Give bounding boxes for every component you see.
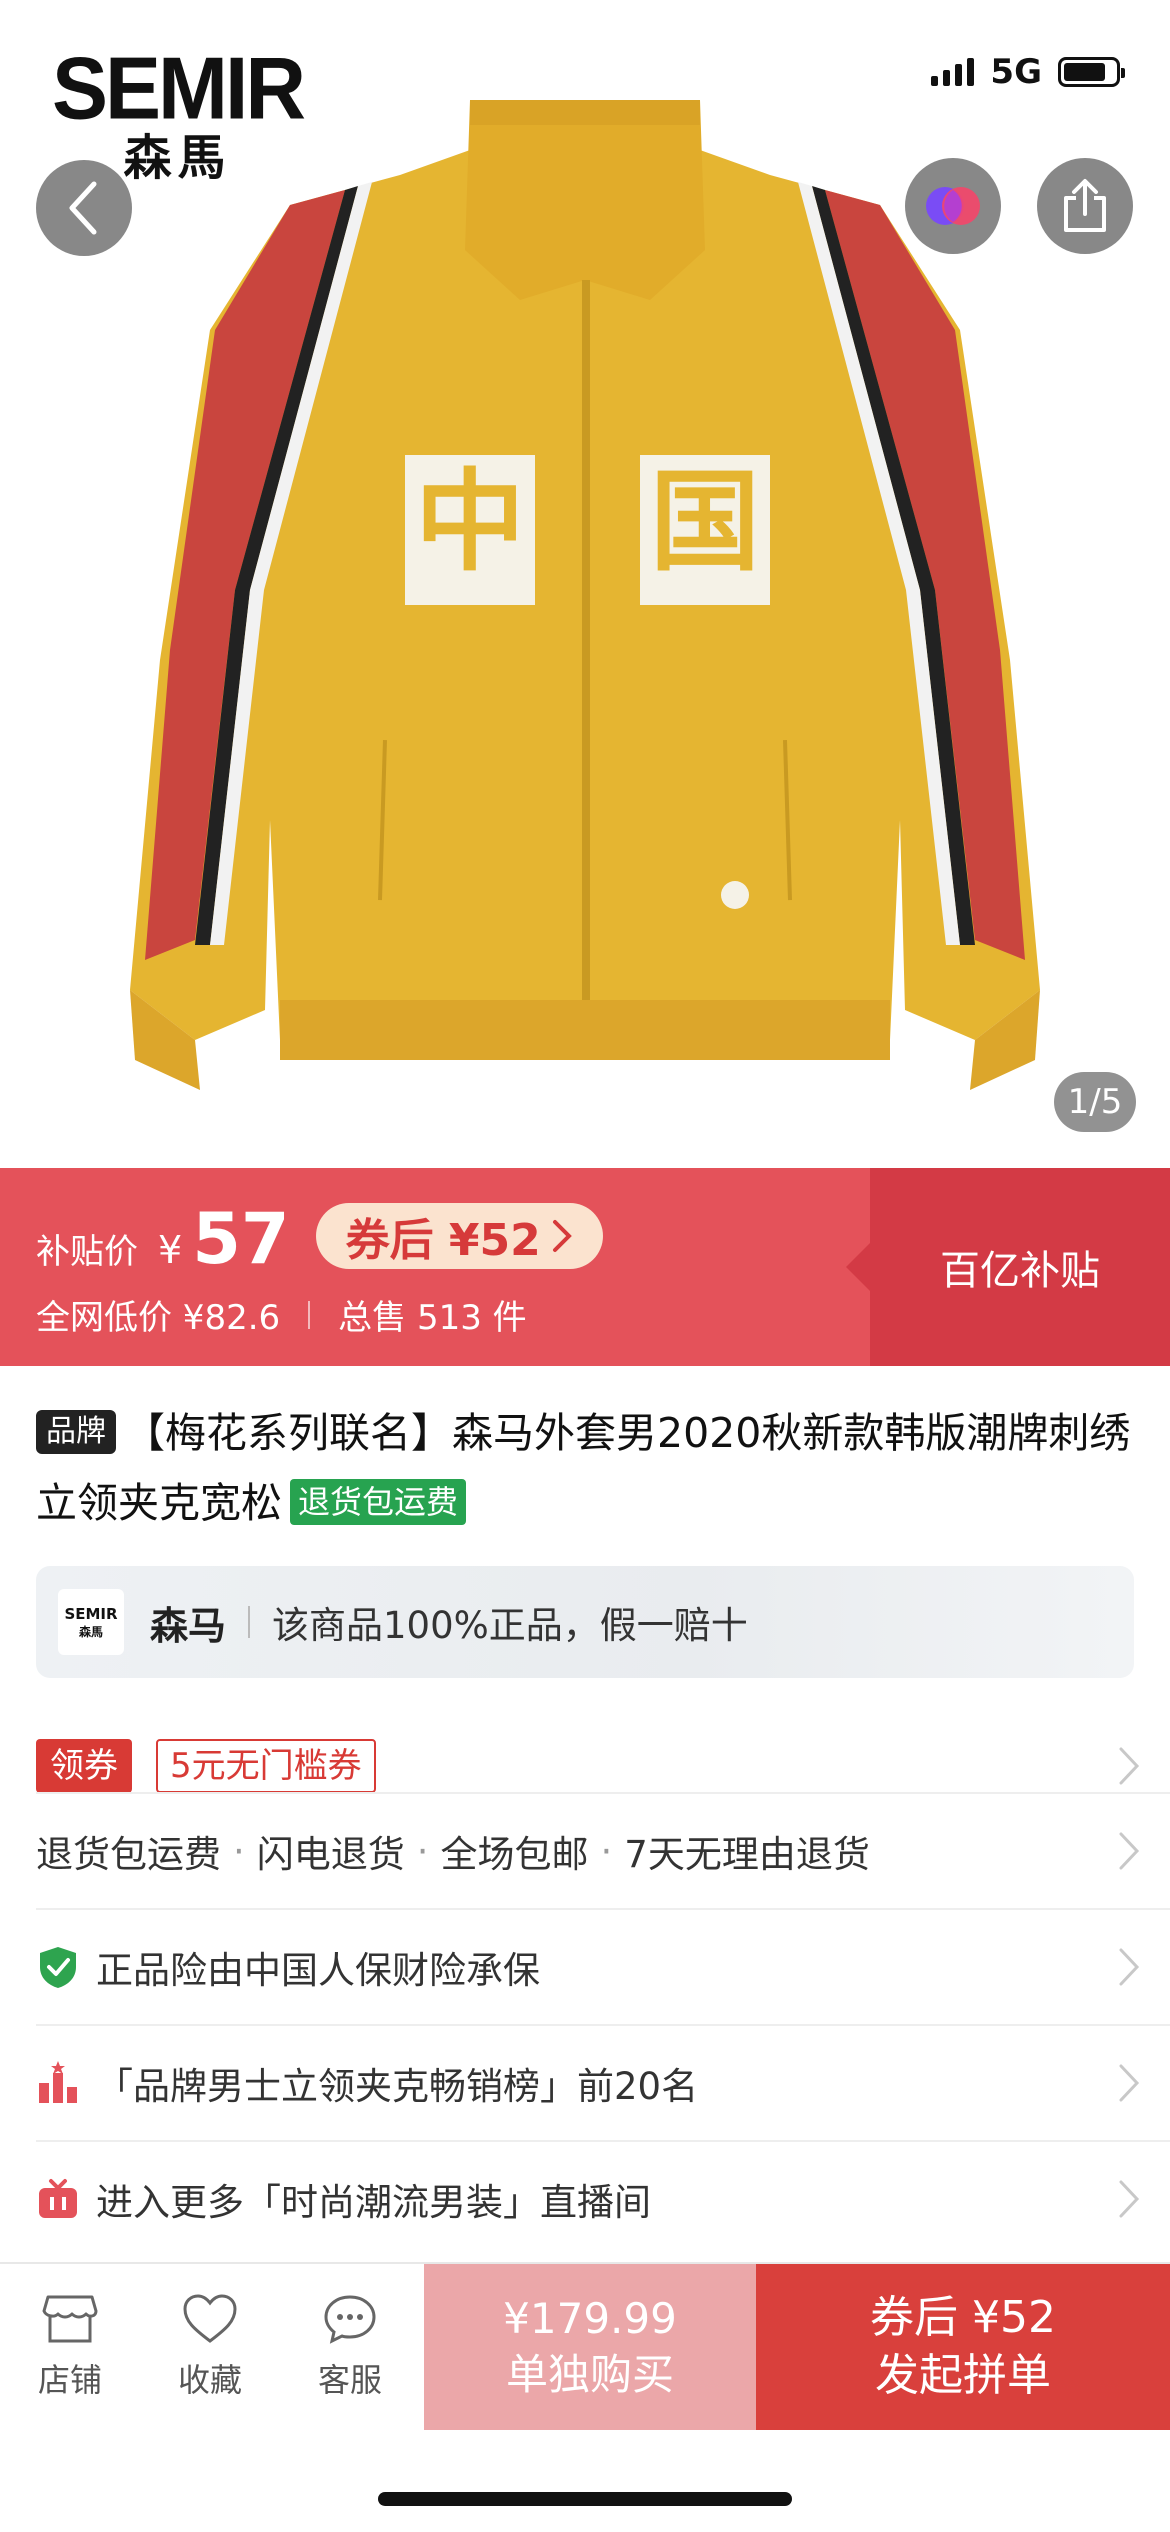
store-icon xyxy=(42,2295,98,2343)
price-row: 补贴价 ¥ 57 券后 ¥52 xyxy=(36,1198,603,1280)
group-buy-button[interactable]: 券后 ¥52 发起拼单 xyxy=(756,2264,1170,2430)
product-image-carousel[interactable]: 中 国 SEMIR 森馬 5G 1/5 xyxy=(0,0,1170,1168)
signal-icon xyxy=(931,58,975,86)
currency-symbol: ¥ xyxy=(158,1228,183,1272)
shield-check-icon xyxy=(36,1945,80,1989)
chevron-left-icon xyxy=(69,181,97,235)
favorite-button[interactable]: 收藏 xyxy=(140,2264,280,2430)
subsidy-badge-label: 百亿补贴 xyxy=(940,1248,1100,1294)
chevron-right-icon xyxy=(1119,1832,1140,1870)
price-meta-divider xyxy=(308,1300,311,1329)
after-coupon-pill[interactable]: 券后 ¥52 xyxy=(315,1203,603,1269)
chevron-right-icon xyxy=(552,1220,572,1252)
price-meta: 全网低价 ¥82.6 总售 513 件 xyxy=(36,1290,527,1339)
dot-separator: · xyxy=(416,1829,429,1873)
share-button[interactable] xyxy=(1037,158,1133,254)
single-price: ¥179.99 xyxy=(503,2294,677,2343)
after-coupon-price: 券后 ¥52 xyxy=(345,1215,541,1266)
lowest-price: 全网低价 ¥82.6 xyxy=(36,1298,281,1338)
brand-name: 森马 xyxy=(150,1603,227,1648)
brand-strip[interactable]: SEMIR 森馬 森马 该商品100%正品，假一赔十 xyxy=(36,1566,1134,1678)
service-item: 7天无理由退货 xyxy=(624,1833,870,1876)
patch-left: 中 xyxy=(415,458,525,586)
coupon-tag: 5元无门槛券 xyxy=(156,1739,376,1793)
insurance-row[interactable]: 正品险由中国人保财险承保 xyxy=(36,1910,1140,2024)
brand-logo-en: SEMIR xyxy=(52,38,306,138)
status-bar: 5G xyxy=(931,52,1125,92)
chevron-right-icon xyxy=(1119,2180,1140,2218)
color-circles-icon xyxy=(926,187,980,225)
single-buy-label: 单独购买 xyxy=(505,2350,674,2399)
subsidy-badge: 百亿补贴 xyxy=(846,1168,1170,1366)
favorite-label: 收藏 xyxy=(177,2361,242,2399)
chevron-right-icon xyxy=(1119,2064,1140,2102)
group-price: 券后 ¥52 xyxy=(870,2292,1056,2343)
image-counter: 1/5 xyxy=(1054,1072,1136,1132)
buy-single-button[interactable]: ¥179.99 单独购买 xyxy=(424,2264,756,2430)
ranking-row[interactable]: 「品牌男士立领夹克畅销榜」前20名 xyxy=(36,2026,1140,2140)
chevron-right-icon xyxy=(1119,1948,1140,1986)
dot-separator: · xyxy=(600,1829,613,1873)
brand-tag: 品牌 xyxy=(36,1410,116,1454)
color-theme-button[interactable] xyxy=(905,158,1001,254)
live-room-text: 进入更多「时尚潮流男装」直播间 xyxy=(96,2181,651,2224)
dot-separator: · xyxy=(233,1829,245,1873)
battery-icon xyxy=(1058,57,1125,87)
ranking-icon xyxy=(36,2061,80,2105)
back-button[interactable] xyxy=(36,160,132,256)
brand-mini-logo: SEMIR 森馬 xyxy=(58,1589,124,1655)
bottom-action-bar: 店铺 收藏 客服 ¥179.99 单独购买 券后 ¥52 发起拼单 xyxy=(0,2262,1170,2430)
service-item: 闪电退货 xyxy=(256,1833,405,1876)
store-label: 店铺 xyxy=(37,2361,102,2399)
return-shipping-tag: 退货包运费 xyxy=(290,1479,467,1525)
home-indicator[interactable] xyxy=(378,2492,792,2506)
customer-service-label: 客服 xyxy=(317,2361,382,2399)
total-sold: 总售 513 件 xyxy=(338,1298,527,1338)
store-button[interactable]: 店铺 xyxy=(0,2264,140,2430)
brand-divider xyxy=(248,1606,251,1638)
live-tv-icon xyxy=(36,2177,80,2221)
ranking-text: 「品牌男士立领夹克畅销榜」前20名 xyxy=(96,2065,699,2108)
subsidy-price-value: 57 xyxy=(192,1198,290,1280)
brand-mini-logo-cn: 森馬 xyxy=(78,1624,103,1639)
product-title: 品牌 【梅花系列联名】森马外套男2020秋新款韩版潮牌刺绣立领夹克宽松 退货包运费 xyxy=(36,1398,1136,1538)
group-buy-label: 发起拼单 xyxy=(875,2350,1051,2401)
get-coupon-button[interactable]: 领券 xyxy=(36,1739,132,1793)
authenticity-guarantee: 该商品100%正品，假一赔十 xyxy=(272,1604,748,1647)
patch-right: 国 xyxy=(650,458,760,586)
customer-service-button[interactable]: 客服 xyxy=(280,2264,420,2430)
service-item: 全场包邮 xyxy=(440,1833,589,1876)
insurance-text: 正品险由中国人保财险承保 xyxy=(96,1949,540,1992)
chevron-right-icon xyxy=(1119,1747,1140,1785)
share-icon xyxy=(1064,179,1106,232)
chat-bubble-icon xyxy=(324,2295,376,2344)
heart-icon xyxy=(183,2294,237,2343)
brand-mini-logo-en: SEMIR xyxy=(64,1604,118,1623)
product-title-text: 【梅花系列联名】森马外套男2020秋新款韩版潮牌刺绣立领夹克宽松 xyxy=(36,1409,1131,1527)
subsidy-price-label: 补贴价 xyxy=(36,1232,138,1272)
live-room-row[interactable]: 进入更多「时尚潮流男装」直播间 xyxy=(36,2142,1140,2256)
service-row[interactable]: 退货包运费 · 闪电退货 · 全场包邮 · 7天无理由退货 xyxy=(36,1794,1140,1908)
price-bar: 补贴价 ¥ 57 券后 ¥52 全网低价 ¥82.6 总售 513 件 百亿补贴 xyxy=(0,1168,1170,1366)
service-item: 退货包运费 xyxy=(36,1833,221,1876)
network-label: 5G xyxy=(990,52,1042,92)
